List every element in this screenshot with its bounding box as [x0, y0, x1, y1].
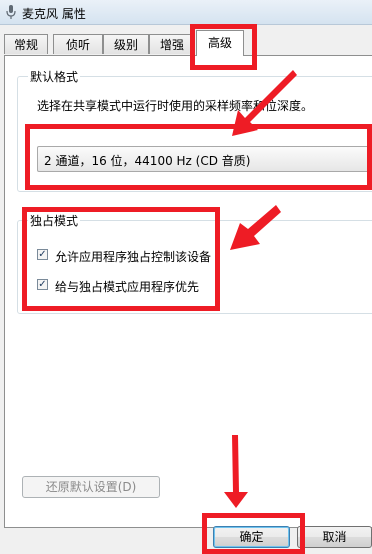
cancel-button[interactable]: 取消: [297, 526, 372, 548]
exclusive-priority-label: 给与独占模式应用程序优先: [55, 280, 200, 294]
title-bar: 麦克风 属性: [0, 0, 372, 25]
exclusive-mode-group: [17, 220, 372, 314]
sample-format-dropdown[interactable]: 2 通道，16 位，44100 Hz (CD 音质): [37, 146, 372, 172]
tab-levels[interactable]: 级别: [103, 34, 149, 54]
ok-button[interactable]: 确定: [213, 526, 290, 548]
allow-exclusive-checkbox[interactable]: ✓: [37, 249, 48, 260]
tab-advanced[interactable]: 高级: [196, 30, 244, 56]
restore-defaults-button[interactable]: 还原默认设置(D): [22, 476, 160, 498]
sample-format-value: 2 通道，16 位，44100 Hz (CD 音质): [44, 154, 251, 168]
window-title: 麦克风 属性: [22, 7, 86, 21]
tab-strip: 常规 侦听 级别 增强 高级: [4, 30, 372, 56]
exclusive-priority-checkbox[interactable]: ✓: [37, 279, 48, 290]
exclusive-mode-label: 独占模式: [28, 212, 81, 229]
tab-general[interactable]: 常规: [4, 34, 48, 54]
allow-exclusive-label: 允许应用程序独占控制该设备: [55, 250, 212, 264]
tab-listen[interactable]: 侦听: [53, 34, 103, 54]
default-format-label: 默认格式: [28, 68, 81, 85]
default-format-group: [17, 76, 372, 192]
microphone-icon: [6, 5, 16, 19]
default-format-description: 选择在共享模式中运行时使用的采样频率和位深度。: [37, 99, 314, 113]
tab-enhancements[interactable]: 增强: [149, 34, 195, 54]
